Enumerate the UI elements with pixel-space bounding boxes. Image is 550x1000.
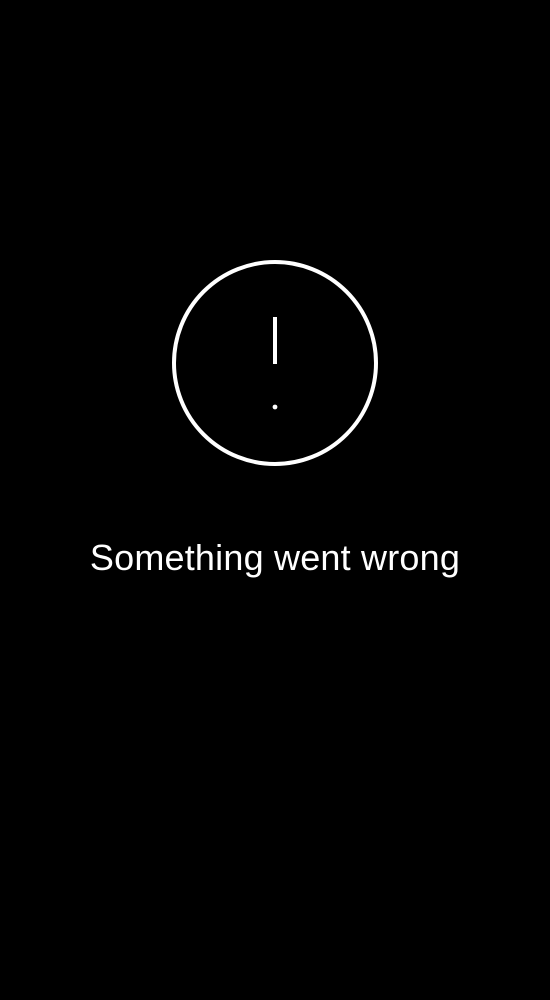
exclamation-circle-icon xyxy=(172,260,378,466)
error-message: Something went wrong xyxy=(89,537,461,578)
icon-exclamation-dot xyxy=(272,404,278,410)
error-screen: Something went wrong xyxy=(0,0,550,1000)
